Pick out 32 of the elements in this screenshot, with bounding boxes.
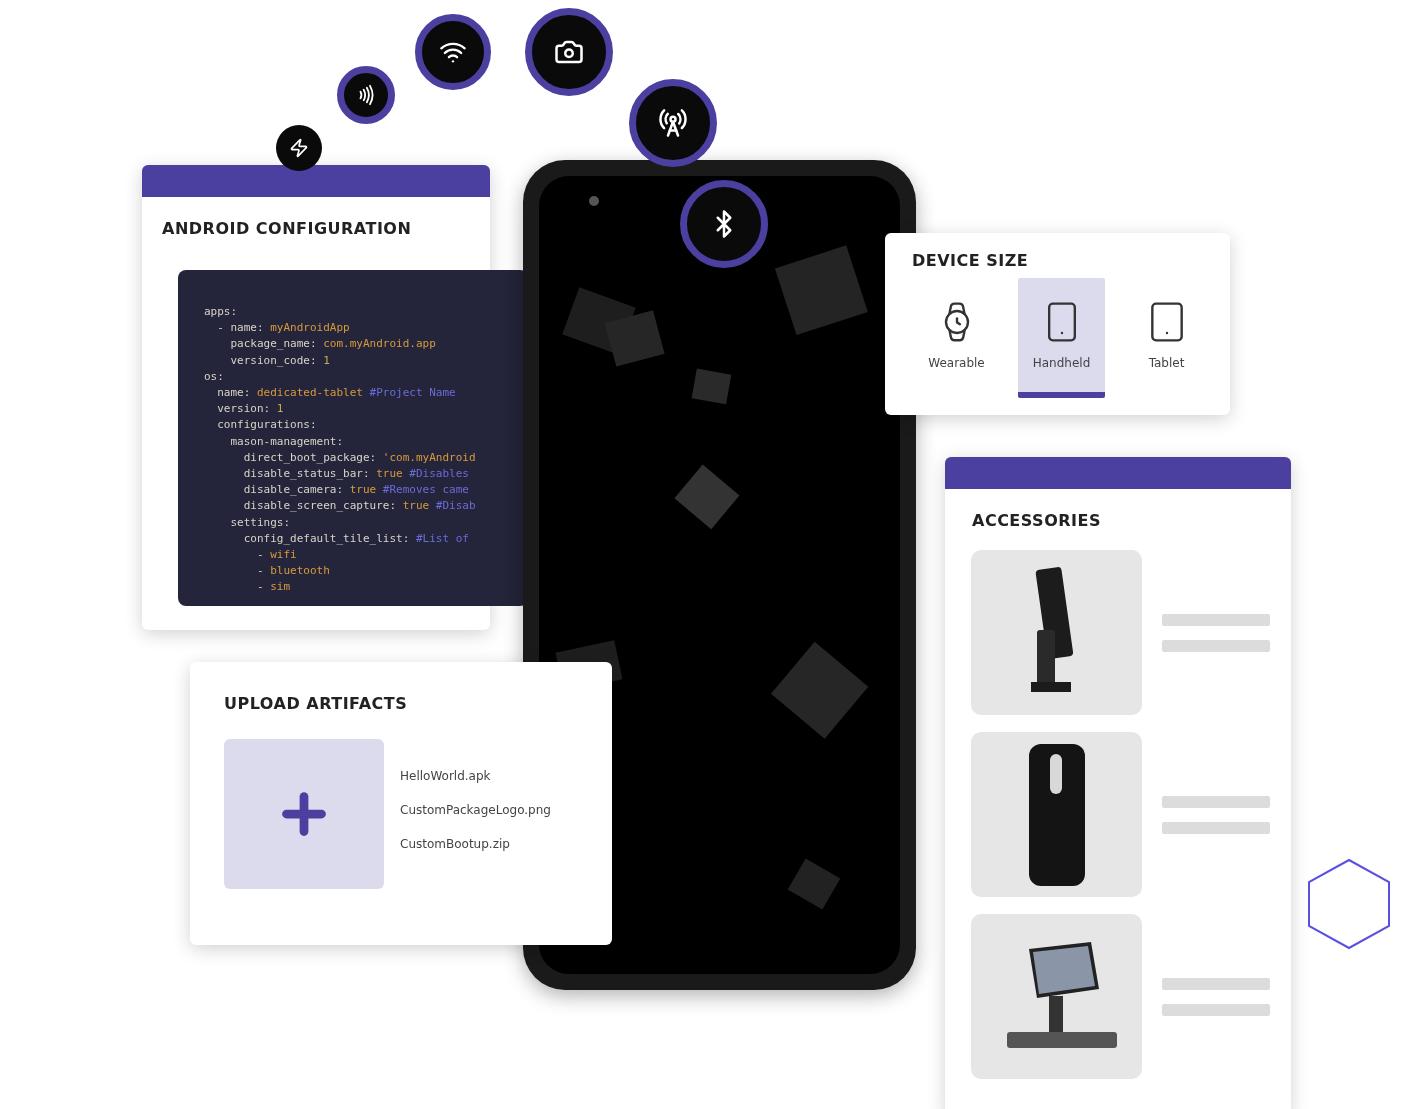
file-name: HelloWorld.apk	[400, 769, 492, 783]
file-name: CustomBootup.zip	[400, 837, 511, 851]
code-line: apps:	[204, 304, 239, 320]
hexagon-icon	[1306, 858, 1392, 950]
card-title: ACCESSORIES	[971, 510, 1102, 530]
code-line: disable_screen_capture: true #Disab	[242, 498, 477, 515]
code-line: disable_camera: true #Removes came	[242, 482, 470, 499]
code-line: name: dedicated-tablet #Project Name	[216, 385, 457, 401]
code-line: disable_status_bar: true #Disables	[242, 466, 470, 483]
device-size-option[interactable]: Handheld	[1018, 278, 1105, 398]
add-file-button[interactable]	[224, 739, 384, 889]
code-line: version_code: 1	[229, 352, 331, 369]
code-line: version: 1	[216, 401, 285, 418]
lightning-icon	[289, 138, 309, 158]
code-line: configurations:	[216, 417, 318, 434]
code-line: package_name: com.myAndroid.app	[229, 336, 437, 353]
device-size-option[interactable]: Tablet	[1123, 278, 1210, 398]
code-line: config_default_tile_list: #List of	[242, 530, 470, 547]
code-line: - bluetooth	[255, 563, 331, 580]
card-title: UPLOAD ARTIFACTS	[223, 693, 409, 713]
card-title: DEVICE SIZE	[911, 250, 1030, 270]
code-line: - name: myAndroidApp	[216, 320, 351, 337]
antenna-icon	[658, 108, 688, 138]
code-line: settings:	[229, 514, 292, 531]
device-size-option[interactable]: Wearable	[913, 278, 1000, 398]
code-line: - wifi	[255, 547, 298, 564]
code-line: os:	[204, 368, 225, 385]
card-title: ANDROID CONFIGURATION	[161, 218, 413, 238]
code-line: direct_boot_package: 'com.myAndroid	[242, 449, 477, 466]
code-line: mason-management:	[229, 433, 345, 450]
code-line: - sim	[255, 579, 292, 596]
file-name: CustomPackageLogo.png	[400, 803, 551, 817]
